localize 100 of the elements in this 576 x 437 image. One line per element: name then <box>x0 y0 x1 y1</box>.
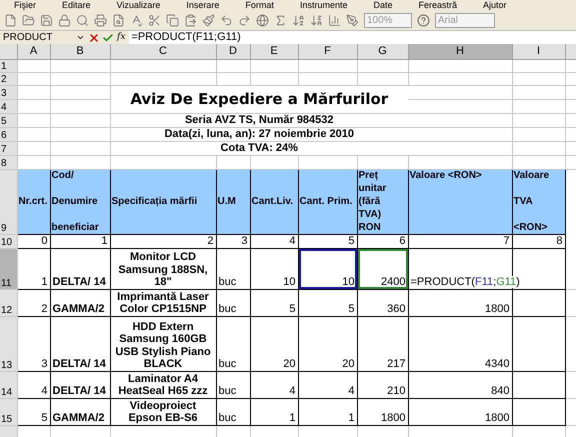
save-icon[interactable] <box>40 14 53 27</box>
row-header[interactable]: 15 <box>0 398 17 425</box>
column-header[interactable]: B <box>50 44 110 59</box>
table-cell: 1800 <box>485 303 510 315</box>
menu-item[interactable]: Ajutor <box>483 0 507 11</box>
table-cell: Imprimantă Laser Color CP1515NP <box>117 290 209 315</box>
column-header[interactable]: E <box>250 44 298 59</box>
row-header[interactable]: 2 <box>0 72 17 85</box>
reference-cell[interactable]: 10 <box>298 248 357 289</box>
menu-item[interactable]: Date <box>373 0 392 11</box>
row-header[interactable]: 12 <box>0 289 17 316</box>
globe-icon[interactable] <box>256 14 269 27</box>
document-subtitle: Data(zi, luna, an): 27 noiembrie 2010 <box>164 128 354 140</box>
table-cell: 10 <box>283 276 296 288</box>
table-cell: GAMMA/2 <box>52 303 104 315</box>
column-header[interactable]: H <box>408 44 512 59</box>
menu-item[interactable]: Format <box>245 0 274 11</box>
formula-field[interactable]: =PRODUCT(F11;G11) <box>129 31 576 44</box>
table-cell: GAMMA/2 <box>52 412 104 424</box>
copy-icon[interactable] <box>166 14 179 27</box>
row-header[interactable]: 1 <box>0 59 17 72</box>
row-header[interactable]: 9 <box>0 169 17 234</box>
row-header[interactable]: 7 <box>0 141 17 155</box>
table-cell: buc <box>218 276 236 288</box>
new-file-icon[interactable] <box>4 14 17 27</box>
table-cell: 1 <box>41 276 48 288</box>
menu-item[interactable]: Editare <box>62 0 91 11</box>
row-header[interactable]: 5 <box>0 113 17 127</box>
column-number: 8 <box>556 235 562 247</box>
menu-item[interactable]: Inserare <box>186 0 220 11</box>
table-cell: 3 <box>41 358 48 370</box>
paste-icon[interactable] <box>184 14 197 27</box>
search-icon[interactable] <box>76 14 89 27</box>
table-cell: Videoproiect Epson EB-S6 <box>128 400 198 424</box>
redo-icon[interactable] <box>238 14 251 27</box>
column-header[interactable]: D <box>216 44 250 59</box>
column-heading: Valoare <RON> <box>410 170 483 182</box>
paintbrush-icon[interactable] <box>202 14 215 27</box>
column-number: 3 <box>241 235 248 247</box>
row-header[interactable]: 8 <box>0 155 17 169</box>
cut-icon[interactable] <box>148 14 161 27</box>
column-header[interactable]: C <box>110 44 216 59</box>
table-cell: DELTA/ 14 <box>52 358 106 370</box>
name-box[interactable]: PRODUCT <box>0 32 76 44</box>
menu-item[interactable]: Fişier <box>14 0 36 11</box>
table-cell: 1 <box>348 412 354 424</box>
sum-icon[interactable] <box>274 14 287 27</box>
column-heading: U.M <box>218 194 237 208</box>
column-number: 4 <box>289 235 296 247</box>
table-cell: buc <box>218 385 236 397</box>
column-header[interactable]: F <box>298 44 357 59</box>
column-heading: Cant. Prim. <box>300 194 354 208</box>
table-cell: Laminator A4 HeatSeal H65 zzz <box>118 372 208 397</box>
menu-item[interactable]: Instrumente <box>300 0 348 11</box>
column-heading: Preț unitar (fără TVA) RON <box>358 170 388 234</box>
menu-item[interactable]: Vizualizare <box>116 0 160 11</box>
table-cell: 5 <box>348 303 354 315</box>
spell-check-icon[interactable] <box>130 14 143 27</box>
column-header[interactable]: A <box>17 44 50 59</box>
chart-icon[interactable] <box>328 14 341 27</box>
row-header[interactable]: 14 <box>0 371 17 398</box>
column-number: 7 <box>503 235 510 247</box>
table-cell: 4340 <box>485 358 510 370</box>
table-cell: 5 <box>41 412 48 424</box>
enter-icon[interactable] <box>102 32 114 44</box>
reference-cell[interactable]: 2400 <box>357 248 408 289</box>
insert-function-button[interactable]: fx <box>117 30 126 44</box>
print-preview-icon[interactable] <box>112 14 125 27</box>
sort-descending-icon[interactable] <box>310 14 323 27</box>
printer-icon[interactable] <box>94 14 107 27</box>
column-heading: Nr.crt. <box>18 194 48 208</box>
sort-ascending-icon[interactable] <box>292 14 305 27</box>
undo-icon[interactable] <box>220 14 233 27</box>
cancel-icon[interactable] <box>88 32 100 44</box>
table-cell: 360 <box>387 303 406 315</box>
column-header[interactable]: G <box>357 44 408 59</box>
row-header[interactable]: 13 <box>0 316 17 371</box>
open-folder-icon[interactable] <box>22 14 35 27</box>
help-icon[interactable] <box>417 14 430 27</box>
column-number: 0 <box>41 235 48 247</box>
lock-icon[interactable] <box>58 14 71 27</box>
row-header[interactable]: 11 <box>0 248 17 289</box>
column-header[interactable]: I <box>512 44 565 59</box>
row-header[interactable]: 10 <box>0 234 17 248</box>
row-header[interactable]: 3 <box>0 85 17 99</box>
table-cell: 4 <box>289 385 296 397</box>
table-cell: DELTA/ 14 <box>52 276 106 288</box>
table-cell: 4 <box>41 385 48 397</box>
dropdown-caret-icon[interactable] <box>76 33 85 42</box>
formula-input[interactable]: =PRODUCT(F11;G11) <box>410 276 520 288</box>
document-subtitle: Cota TVA: 24% <box>220 142 298 154</box>
column-number: 5 <box>348 235 354 247</box>
table-cell: buc <box>218 412 236 424</box>
row-header[interactable]: 4 <box>0 99 17 113</box>
row-header[interactable]: 6 <box>0 127 17 141</box>
table-cell: 5 <box>289 303 296 315</box>
table-cell: 1800 <box>381 412 406 424</box>
drawing-pen-icon[interactable] <box>346 14 359 27</box>
menu-item[interactable]: Fereastră <box>418 0 457 11</box>
table-cell: buc <box>218 303 236 315</box>
